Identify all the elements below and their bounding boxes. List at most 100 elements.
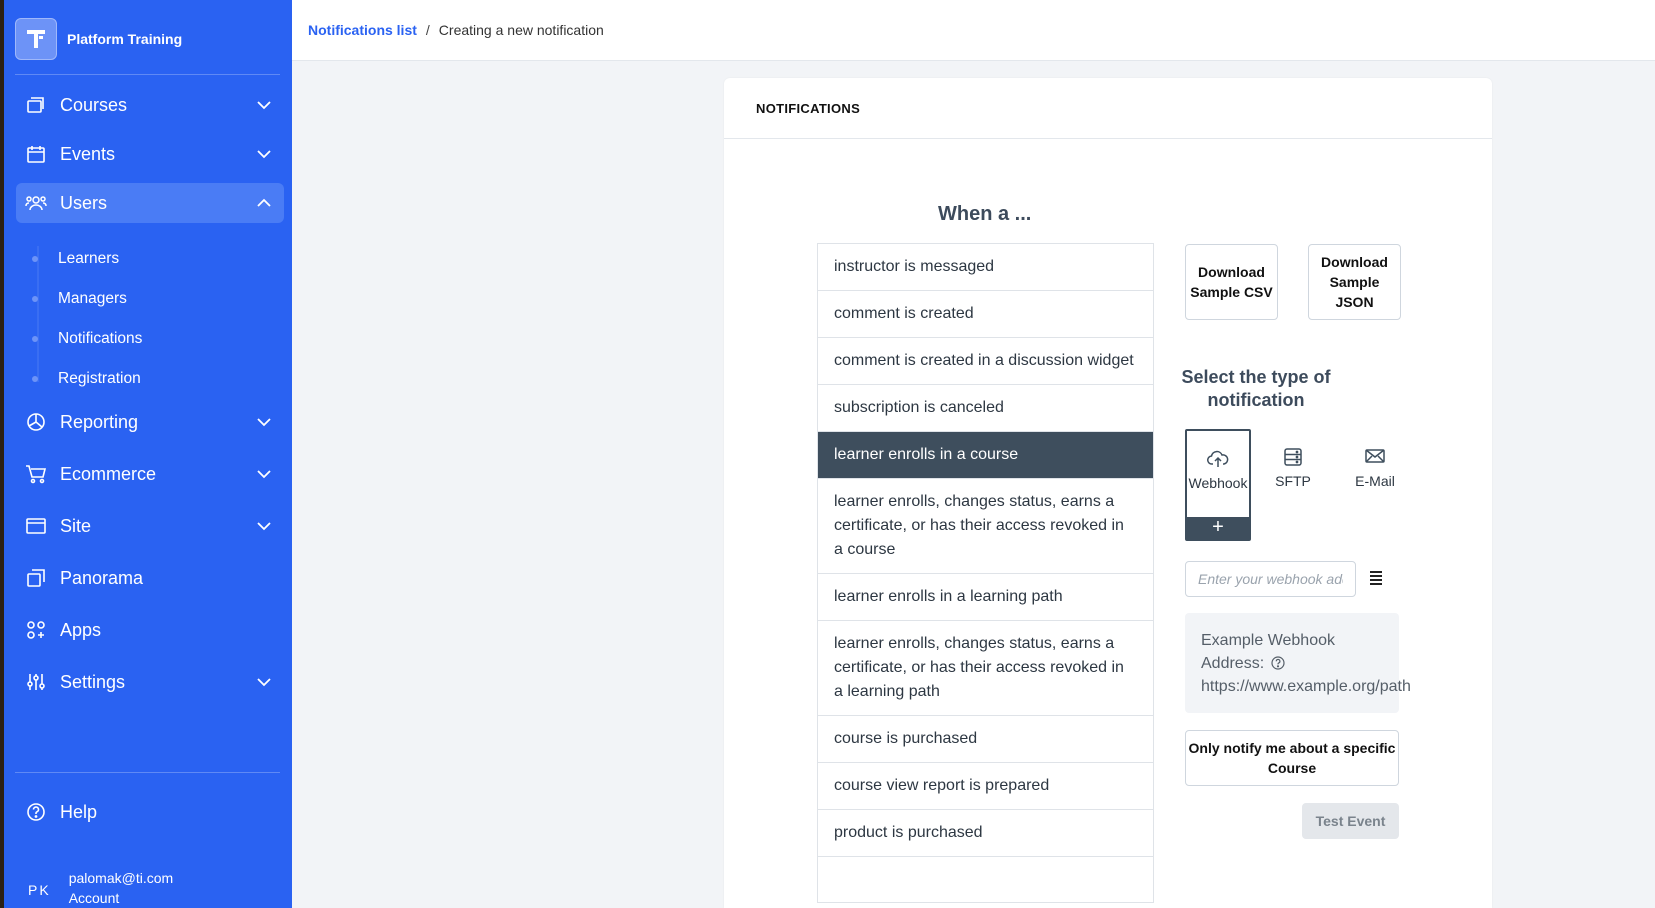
chevron-up-icon [257, 198, 271, 207]
trigger-item[interactable]: learner enrolls in a learning path [818, 574, 1153, 621]
sidebar-item-label: Courses [60, 94, 128, 115]
type-title: Select the type of notification [1181, 367, 1331, 410]
sidebar-item-events[interactable]: Events [16, 134, 284, 174]
type-option-sftp[interactable]: SFTP [1260, 429, 1326, 541]
sidebar-item-reporting[interactable]: Reporting [16, 402, 284, 442]
sidebar-subitem-label: Notifications [58, 330, 143, 347]
when-title: When a ... [938, 203, 1032, 225]
bullet-icon [32, 376, 38, 382]
sidebar: Platform Training Courses Events Users L… [4, 0, 292, 908]
courses-icon [24, 93, 48, 117]
breadcrumb-separator: / [425, 22, 430, 38]
sidebar-item-label: Site [60, 515, 92, 536]
sidebar-item-site[interactable]: Site [16, 506, 284, 546]
bullet-icon [32, 256, 38, 262]
breadcrumb-current: Creating a new notification [438, 22, 604, 38]
trigger-item[interactable]: learner enrolls, changes status, earns a… [818, 621, 1153, 716]
sidebar-item-users[interactable]: Users [16, 183, 284, 223]
apps-icon [24, 618, 48, 642]
chevron-down-icon [257, 101, 271, 110]
type-label: SFTP [1275, 473, 1311, 489]
sidebar-item-label: Apps [60, 619, 102, 640]
help-circle-icon[interactable] [1270, 656, 1285, 670]
bullet-icon [32, 296, 38, 302]
type-option-email[interactable]: E-Mail [1335, 429, 1415, 541]
platform-logo [15, 18, 57, 60]
help-label: Help [60, 801, 98, 822]
test-event-button[interactable]: Test Event [1302, 803, 1399, 839]
trigger-list: instructor is messaged comment is create… [817, 243, 1154, 903]
breadcrumb-link-notifications[interactable]: Notifications list [308, 22, 417, 38]
trigger-item[interactable]: comment is created in a discussion widge… [818, 338, 1153, 385]
sidebar-subitem-learners[interactable]: Learners [32, 244, 119, 274]
app-name: Platform Training [67, 31, 183, 47]
trigger-item[interactable]: course is purchased [818, 716, 1153, 763]
trigger-item[interactable]: product is purchased [818, 810, 1153, 857]
sidebar-item-panorama[interactable]: Panorama [16, 558, 284, 598]
chevron-down-icon [257, 418, 271, 427]
trigger-item-selected[interactable]: learner enrolls in a course [818, 432, 1153, 479]
sidebar-item-label: Reporting [60, 411, 139, 432]
sidebar-subitem-registration[interactable]: Registration [32, 364, 141, 394]
type-option-webhook[interactable]: Webhook + [1185, 429, 1251, 541]
sliders-icon [24, 670, 48, 694]
sidebar-divider [15, 74, 280, 75]
users-icon [24, 191, 48, 215]
chevron-down-icon [257, 470, 271, 479]
trigger-item[interactable]: course view report is prepared [818, 763, 1153, 810]
type-label: Webhook [1188, 475, 1248, 491]
notification-card: NOTIFICATIONS When a ... instructor is m… [724, 78, 1492, 908]
specific-course-button[interactable]: Only notify me about a specific Course [1185, 730, 1399, 786]
chevron-down-icon [257, 522, 271, 531]
trigger-item[interactable]: instructor is messaged [818, 244, 1153, 291]
chevron-down-icon [257, 678, 271, 687]
list-icon[interactable] [1369, 570, 1383, 588]
cloud-upload-icon [1187, 449, 1249, 471]
add-webhook-button[interactable]: + [1187, 517, 1249, 539]
account-menu[interactable]: PK palomak@ti.com Account [28, 868, 173, 908]
pie-chart-icon [24, 410, 48, 434]
cart-icon [24, 462, 48, 486]
trigger-item[interactable]: learner enrolls, changes status, earns a… [818, 479, 1153, 574]
sidebar-subitem-notifications[interactable]: Notifications [32, 324, 142, 354]
type-label: E-Mail [1355, 473, 1395, 489]
example-label: Example Webhook Address: [1201, 632, 1335, 672]
sidebar-item-ecommerce[interactable]: Ecommerce [16, 454, 284, 494]
chevron-down-icon [257, 150, 271, 159]
browser-icon [24, 514, 48, 538]
sidebar-subitem-label: Learners [58, 250, 120, 267]
sidebar-item-label: Panorama [60, 567, 144, 588]
sidebar-item-courses[interactable]: Courses [16, 85, 284, 125]
example-url: https://www.example.org/path [1201, 678, 1411, 695]
sidebar-item-label: Ecommerce [60, 463, 157, 484]
account-email: palomak@ti.com [68, 870, 174, 886]
panorama-icon [24, 566, 48, 590]
sidebar-subitem-label: Registration [58, 370, 141, 387]
trigger-item[interactable]: subscription is canceled [818, 385, 1153, 432]
help-icon [24, 800, 48, 824]
download-sample-json-button[interactable]: Download Sample JSON [1308, 244, 1401, 320]
sidebar-item-apps[interactable]: Apps [16, 610, 284, 650]
download-sample-csv-button[interactable]: Download Sample CSV [1185, 244, 1278, 320]
sidebar-subitem-managers[interactable]: Managers [32, 284, 127, 314]
sidebar-item-label: Users [60, 192, 108, 213]
calendar-icon [24, 142, 48, 166]
trigger-item[interactable]: comment is created [818, 291, 1153, 338]
card-title: NOTIFICATIONS [724, 78, 1492, 139]
avatar: PK [28, 882, 51, 898]
mail-icon [1335, 447, 1415, 469]
sidebar-item-settings[interactable]: Settings [16, 662, 284, 702]
sidebar-item-label: Settings [60, 671, 126, 692]
sidebar-item-help[interactable]: Help [16, 792, 284, 832]
example-webhook-box: Example Webhook Address: https://www.exa… [1185, 613, 1411, 713]
account-label: Account [68, 890, 120, 906]
sidebar-subitem-label: Managers [58, 290, 127, 307]
server-icon [1260, 447, 1326, 469]
sidebar-item-label: Events [60, 143, 116, 164]
sidebar-divider [15, 772, 280, 773]
bullet-icon [32, 336, 38, 342]
trigger-item[interactable] [818, 857, 1153, 903]
brand[interactable]: Platform Training [15, 18, 182, 60]
webhook-address-input[interactable] [1185, 561, 1356, 597]
breadcrumb: Notifications list / Creating a new noti… [292, 0, 1655, 61]
